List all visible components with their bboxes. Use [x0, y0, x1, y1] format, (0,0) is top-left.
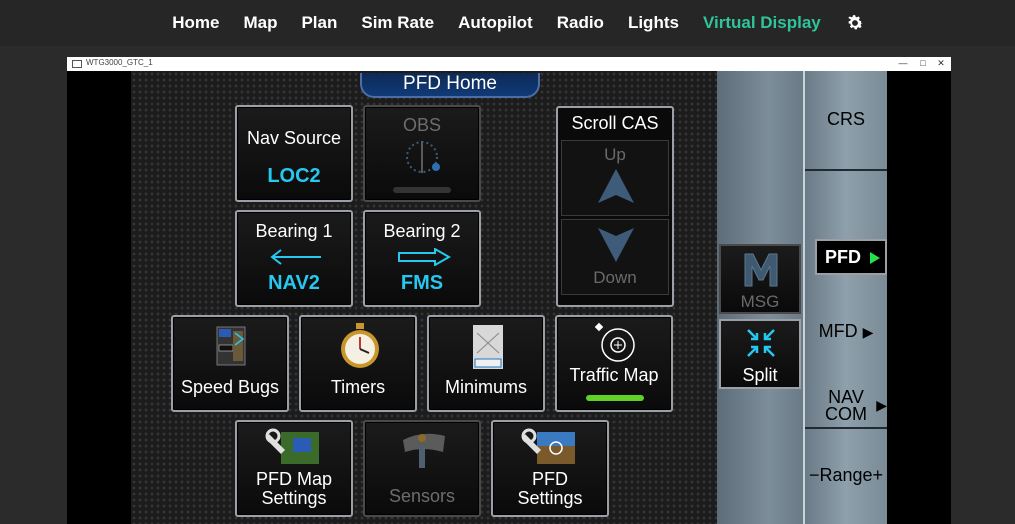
traffic-map-button[interactable]: Traffic Map: [555, 315, 673, 412]
pfd-map-settings-line1: PFD Map: [255, 469, 333, 489]
pfd-settings-label: PFD Settings: [493, 470, 607, 508]
nav-links: Home Map Plan Sim Rate Autopilot Radio L…: [160, 13, 865, 33]
arrow-up-icon: [598, 169, 634, 203]
gtc-window: WTG3000_GTC_1 — □ ✕ PFD Home Nav Source …: [67, 57, 951, 524]
right-separator-1: [805, 169, 887, 171]
mfd-triangle-icon: ▶: [862, 324, 874, 340]
sensors-label: Sensors: [388, 486, 456, 506]
window-title: WTG3000_GTC_1: [86, 58, 153, 67]
bearing1-value: NAV2: [268, 272, 320, 294]
obs-icon: [406, 141, 440, 173]
nav-home[interactable]: Home: [160, 13, 231, 33]
gear-icon[interactable]: [845, 13, 865, 33]
scroll-cas-label: Scroll CAS: [571, 113, 659, 133]
close-button[interactable]: ✕: [931, 57, 951, 71]
bearing2-pointer-icon: [398, 248, 451, 266]
sensors-button[interactable]: Sensors: [363, 420, 481, 517]
timers-label: Timers: [330, 377, 386, 397]
right-softkey-bar: CRS PFD MFD ▶ NAV COM ▶ −Range+: [803, 71, 887, 524]
nav-com-select-button[interactable]: NAV COM ▶: [805, 388, 887, 424]
bearing1-label: Bearing 1: [255, 221, 333, 241]
com-label: COM: [825, 404, 867, 424]
traffic-map-label: Traffic Map: [569, 365, 659, 385]
pfd-select-label: PFD: [825, 247, 861, 267]
nav-com-triangle-icon: ▶: [876, 397, 887, 413]
scroll-up-label: Up: [604, 145, 626, 164]
stopwatch-icon: [341, 323, 379, 368]
mfd-select-button[interactable]: MFD ▶: [805, 321, 887, 342]
pfd-map-settings-line2: Settings: [261, 488, 327, 508]
speed-bugs-icon: [216, 326, 246, 366]
scroll-cas-group: Scroll CAS Up Down: [556, 106, 674, 307]
nav-source-label: Nav Source: [246, 128, 342, 148]
bearing1-button[interactable]: Bearing 1 NAV2: [235, 210, 353, 307]
bearing1-pointer-icon: [270, 249, 321, 265]
msg-button[interactable]: MSG: [719, 244, 801, 314]
nav-radio[interactable]: Radio: [545, 13, 616, 33]
msg-label: MSG: [740, 292, 780, 311]
pfd-map-settings-label: PFD Map Settings: [237, 470, 351, 508]
nav-autopilot[interactable]: Autopilot: [446, 13, 545, 33]
nav-source-button[interactable]: Nav Source LOC2: [235, 105, 353, 202]
top-nav: Home Map Plan Sim Rate Autopilot Radio L…: [0, 0, 1015, 46]
pfd-select-button[interactable]: PFD: [815, 239, 887, 275]
nav-sim-rate[interactable]: Sim Rate: [349, 13, 446, 33]
map-settings-icon: [265, 428, 319, 464]
right-separator-2: [805, 427, 887, 429]
obs-indicator-bar: [393, 187, 451, 193]
right-black-margin: [887, 71, 951, 524]
obs-button[interactable]: OBS: [363, 105, 481, 202]
bearing2-label: Bearing 2: [383, 221, 461, 241]
mfd-select-label: MFD: [818, 321, 858, 341]
scroll-cas-down-button[interactable]: Down: [561, 219, 669, 295]
speed-bugs-button[interactable]: Speed Bugs: [171, 315, 289, 412]
gtc-screen: PFD Home Nav Source LOC2 OBS Scroll CAS …: [67, 71, 951, 524]
window-titlebar: WTG3000_GTC_1 — □ ✕: [67, 57, 951, 71]
arrow-down-icon: [598, 228, 634, 262]
minimums-button[interactable]: Minimums: [427, 315, 545, 412]
sensors-icon: [403, 433, 445, 468]
pfd-home-panel: PFD Home Nav Source LOC2 OBS Scroll CAS …: [131, 71, 717, 524]
bearing2-value: FMS: [400, 272, 444, 294]
minimums-label: Minimums: [444, 377, 527, 397]
nav-lights[interactable]: Lights: [616, 13, 691, 33]
range-knob-label[interactable]: −Range+: [805, 465, 887, 486]
obs-label: OBS: [402, 115, 441, 135]
traffic-icon: [594, 322, 635, 362]
msg-m-icon: [744, 253, 778, 287]
nav-source-value: LOC2: [267, 165, 321, 187]
page-title: PFD Home: [360, 73, 540, 98]
minimize-button[interactable]: —: [893, 57, 913, 71]
pfd-settings-button[interactable]: PFD Settings: [491, 420, 609, 517]
split-arrows-icon: [747, 329, 775, 357]
nav-map[interactable]: Map: [231, 13, 289, 33]
nav-virtual-display[interactable]: Virtual Display: [691, 13, 833, 33]
crs-knob-label[interactable]: CRS: [805, 109, 887, 130]
app-icon: [72, 60, 82, 68]
split-button[interactable]: Split: [719, 319, 801, 389]
pfd-map-settings-button[interactable]: PFD Map Settings: [235, 420, 353, 517]
pfd-settings-icon: [521, 428, 575, 464]
pfd-settings-line1: PFD: [532, 469, 568, 489]
pfd-settings-line2: Settings: [517, 488, 583, 508]
traffic-map-active-indicator: [586, 395, 644, 401]
bearing2-button[interactable]: Bearing 2 FMS: [363, 210, 481, 307]
speed-bugs-label: Speed Bugs: [180, 377, 280, 397]
approach-chart-icon: [473, 325, 503, 369]
scroll-cas-up-button[interactable]: Up: [561, 140, 669, 216]
scroll-down-label: Down: [593, 268, 637, 287]
active-triangle-icon: [870, 252, 880, 264]
timers-button[interactable]: Timers: [299, 315, 417, 412]
split-label: Split: [742, 365, 778, 385]
nav-plan[interactable]: Plan: [289, 13, 349, 33]
maximize-button[interactable]: □: [913, 57, 933, 71]
